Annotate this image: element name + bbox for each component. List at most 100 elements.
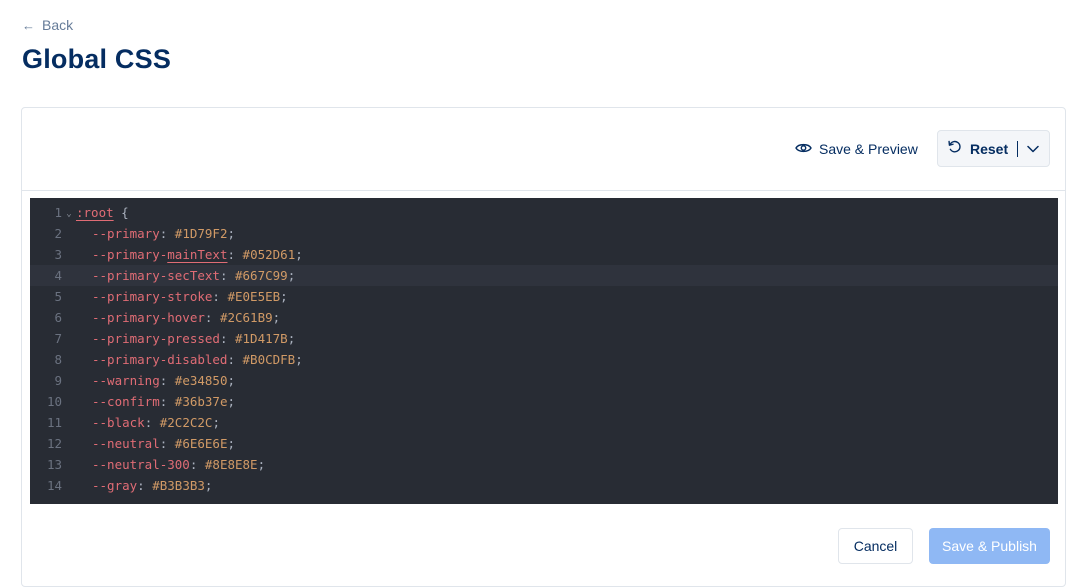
line-number: 3 bbox=[54, 247, 62, 262]
css-semicolon: ; bbox=[227, 394, 236, 409]
css-colon: : bbox=[219, 331, 235, 346]
code-line[interactable]: 8 --primary-disabled: #B0CDFB; bbox=[30, 349, 1058, 370]
code-line[interactable]: 3 --primary-mainText: #052D61; bbox=[30, 244, 1058, 265]
css-property: --primary-stroke bbox=[92, 289, 213, 304]
fold-chevron-icon[interactable]: ⌄ bbox=[62, 206, 76, 219]
save-preview-label: Save & Preview bbox=[819, 141, 918, 157]
css-property: --gray bbox=[92, 478, 138, 493]
line-number: 14 bbox=[46, 478, 62, 493]
css-value: #36b37e bbox=[174, 394, 228, 409]
css-colon: : bbox=[227, 247, 243, 262]
css-colon: : bbox=[144, 415, 160, 430]
css-property: --primary bbox=[92, 226, 160, 241]
css-colon: : bbox=[159, 436, 175, 451]
css-property: --primary-disabled bbox=[92, 352, 228, 367]
css-property: --neutral bbox=[92, 436, 160, 451]
css-colon: : bbox=[159, 226, 175, 241]
reset-button[interactable]: Reset bbox=[937, 130, 1050, 167]
line-number: 10 bbox=[46, 394, 62, 409]
code-line[interactable]: 9 --warning: #e34850; bbox=[30, 370, 1058, 391]
css-property: --primary-pressed bbox=[92, 331, 220, 346]
css-value: #e34850 bbox=[174, 373, 228, 388]
code-line[interactable]: 7 --primary-pressed: #1D417B; bbox=[30, 328, 1058, 349]
arrow-left-icon: ← bbox=[22, 17, 35, 33]
code-line[interactable]: 6 --primary-hover: #2C61B9; bbox=[30, 307, 1058, 328]
css-value: #2C2C2C bbox=[159, 415, 213, 430]
line-number: 7 bbox=[54, 331, 62, 346]
css-colon: : bbox=[212, 289, 228, 304]
code-editor[interactable]: 1 ⌄:root {2 --primary: #1D79F2; 3 --primary-… bbox=[30, 198, 1058, 504]
css-value: #1D417B bbox=[235, 331, 288, 346]
code-line[interactable]: 4 --primary-secText: #667C99; bbox=[30, 265, 1058, 286]
css-semicolon: ; bbox=[280, 289, 288, 304]
css-semicolon: ; bbox=[272, 310, 281, 325]
css-value: #052D61 bbox=[242, 247, 296, 262]
css-property: --neutral-300 bbox=[92, 457, 190, 472]
css-semicolon: ; bbox=[287, 331, 296, 346]
css-semicolon: ; bbox=[227, 373, 236, 388]
css-semicolon: ; bbox=[204, 478, 213, 493]
line-number: 2 bbox=[54, 226, 62, 241]
css-semicolon: ; bbox=[257, 457, 266, 472]
save-publish-button[interactable]: Save & Publish bbox=[929, 528, 1050, 564]
css-colon: : bbox=[159, 394, 175, 409]
css-value: #2C61B9 bbox=[219, 310, 273, 325]
line-number: 13 bbox=[46, 457, 62, 472]
line-number: 9 bbox=[54, 373, 62, 388]
css-property: --primary-hover bbox=[92, 310, 205, 325]
css-value: #667C99 bbox=[235, 268, 288, 283]
css-property: --confirm bbox=[92, 394, 160, 409]
css-colon: : bbox=[159, 373, 175, 388]
code-line[interactable]: 14 --gray: #B3B3B3; bbox=[30, 475, 1058, 496]
css-property: --primary-secText bbox=[92, 268, 220, 283]
css-semicolon: ; bbox=[295, 247, 303, 262]
css-value: #8E8E8E bbox=[204, 457, 258, 472]
css-semicolon: ; bbox=[295, 352, 303, 367]
css-property: --primary- bbox=[92, 247, 168, 262]
code-line[interactable]: 1 ⌄:root { bbox=[30, 202, 1058, 223]
code-line[interactable]: 5 --primary-stroke: #E0E5EB; bbox=[30, 286, 1058, 307]
css-semicolon: ; bbox=[227, 226, 236, 241]
code-line[interactable]: 13 --neutral-300: #8E8E8E; bbox=[30, 454, 1058, 475]
css-colon: : bbox=[219, 268, 235, 283]
card-header: Save & Preview Reset bbox=[22, 108, 1065, 191]
css-semicolon: ; bbox=[212, 415, 220, 430]
page-title: Global CSS bbox=[22, 44, 172, 74]
css-colon: : bbox=[189, 457, 205, 472]
line-number: 5 bbox=[54, 289, 62, 304]
code-line[interactable]: 10 --confirm: #36b37e; bbox=[30, 391, 1058, 412]
line-number: 12 bbox=[46, 436, 62, 451]
line-number: 1 bbox=[54, 205, 62, 220]
css-value: #B3B3B3 bbox=[152, 478, 205, 493]
reset-label: Reset bbox=[970, 140, 1009, 157]
css-value: #E0E5EB bbox=[227, 289, 281, 304]
code-line[interactable]: 12 --neutral: #6E6E6E; bbox=[30, 433, 1058, 454]
chevron-down-icon[interactable] bbox=[1027, 145, 1039, 153]
back-link[interactable]: ← Back bbox=[22, 17, 73, 33]
line-number: 4 bbox=[54, 268, 62, 283]
css-editor-card: Save & Preview Reset 1 ⌄:root {2 --primary… bbox=[21, 107, 1066, 587]
css-property: --black bbox=[92, 415, 145, 430]
css-value: #6E6E6E bbox=[174, 436, 228, 451]
css-property: --warning bbox=[92, 373, 160, 388]
css-semicolon: ; bbox=[287, 268, 296, 283]
line-number: 8 bbox=[54, 352, 62, 367]
css-colon: : bbox=[204, 310, 220, 325]
rotate-ccw-icon bbox=[947, 139, 962, 159]
save-preview-button[interactable]: Save & Preview bbox=[795, 138, 918, 160]
css-property-warning: mainText bbox=[167, 247, 228, 262]
css-brace: { bbox=[113, 205, 129, 220]
eye-icon bbox=[795, 141, 812, 157]
code-line[interactable]: 11 --black: #2C2C2C; bbox=[30, 412, 1058, 433]
back-label: Back bbox=[42, 17, 74, 33]
css-colon: : bbox=[137, 478, 153, 493]
css-selector: :root bbox=[76, 205, 114, 220]
code-line[interactable]: 2 --primary: #1D79F2; bbox=[30, 223, 1058, 244]
line-number: 11 bbox=[46, 415, 62, 430]
cancel-button[interactable]: Cancel bbox=[838, 528, 913, 564]
css-semicolon: ; bbox=[227, 436, 236, 451]
css-value: #B0CDFB bbox=[242, 352, 296, 367]
reset-divider bbox=[1017, 140, 1019, 157]
css-colon: : bbox=[227, 352, 243, 367]
line-number: 6 bbox=[54, 310, 62, 325]
